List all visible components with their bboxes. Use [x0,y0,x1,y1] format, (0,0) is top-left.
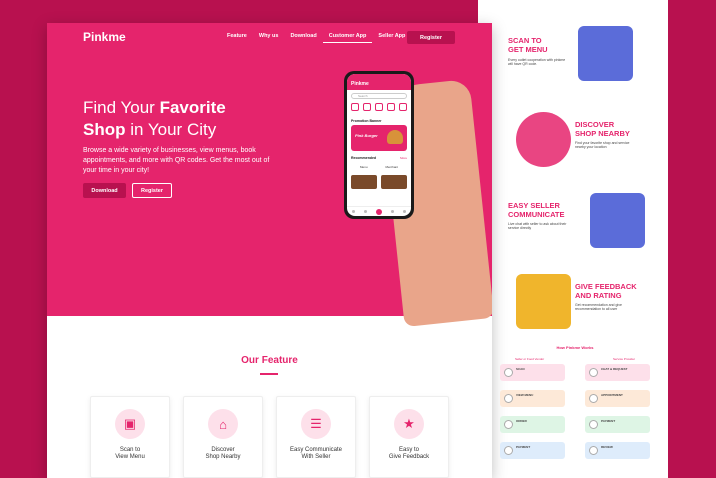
works-step: ORDER [500,416,565,433]
register-button[interactable]: Register [132,183,172,198]
feature-label: Discover Shop Nearby [205,447,241,460]
works-step: PAYMENT [585,416,650,433]
category-icon [351,103,359,111]
qr-scan-icon: ▣ [115,409,145,439]
navbar: Pinkme Feature Why us Download Customer … [47,28,492,48]
hero-title-bold: Favorite [159,98,226,117]
features-title: Our Feature [241,355,298,366]
nav-link-download[interactable]: Download [284,33,322,43]
how-it-works-columns: Seller or Food Vendor Service Provider [515,357,635,361]
hero-title-part: Find Your [83,98,160,117]
works-step: SCAN [500,364,565,381]
nav-register-button[interactable]: Register [407,31,455,44]
right-feature-title: DISCOVER SHOP NEARBY [575,120,630,138]
more-link: More [400,156,407,160]
feature-label: Easy Communicate With Seller [289,447,343,460]
food-image [351,175,377,189]
nav-link-customer-app[interactable]: Customer App [322,33,373,43]
works-row: SCAN CHAT & REQUEST [500,364,650,381]
feature-label: Easy to Give Feedback [388,447,430,460]
star-icon: ★ [394,409,424,439]
step-icon [589,368,598,377]
home-icon [351,210,355,213]
landing-page: Pinkme Feature Why us Download Customer … [47,23,492,478]
promotion-label: Promotion Banner [351,119,382,123]
download-button[interactable]: Download [83,183,126,198]
works-step: CHAT & REQUEST [585,364,650,381]
step-icon [589,446,598,455]
phone-search-bar: Search [351,93,407,99]
phone-mockup: Pinkme Search Promotion Banner Pink Burg… [344,71,414,219]
phone-food-illustration [578,26,633,81]
hero-title-bold: Shop [83,120,126,139]
step-icon [504,368,513,377]
feature-card-communicate[interactable]: ☰ Easy Communicate With Seller [276,396,356,478]
phone-app-header: Pinkme [347,74,411,90]
scan-icon [375,208,382,215]
how-it-works-title: How Pinkme Works [556,345,594,350]
works-step: PAYMENT [500,442,565,459]
features-divider [260,373,278,375]
hero-section: Pinkme Feature Why us Download Customer … [47,23,492,328]
user-icon [403,210,407,213]
nav-links: Feature Why us Download Customer App Sel… [221,33,411,43]
tab-menu: Menu [359,165,368,169]
category-icon [399,103,407,111]
category-icon [387,103,395,111]
hero-title-part: in Your City [125,120,217,139]
feature-cards: ▣ Scan to View Menu ⌂ Discover Shop Nearby… [90,396,449,478]
works-step: REVIEW [585,442,650,459]
recommended-label: Recommended [351,156,377,160]
chat-icon [391,210,395,213]
right-feature-title: EASY SELLER COMMUNICATE [508,201,565,219]
phone-categories [351,103,407,111]
step-icon [504,446,513,455]
nav-link-feature[interactable]: Feature [221,33,253,43]
step-icon [589,420,598,429]
nav-link-seller-app[interactable]: Seller App [372,33,411,43]
phone-tabs: Menu Merchant [351,165,407,169]
shop-icon: ⌂ [208,409,238,439]
right-feature-title: SCAN TO GET MENU [508,36,548,54]
promotion-banner: Pink Burger [351,125,407,151]
works-row: VIEW MENU APPOINTMENT [500,390,650,407]
works-step: VIEW MENU [500,390,565,407]
works-step: APPOINTMENT [585,390,650,407]
column-right-label: Service Provider [612,357,635,361]
feature-card-discover[interactable]: ⌂ Discover Shop Nearby [183,396,263,478]
step-icon [589,394,598,403]
burger-image [387,130,403,144]
step-icon [504,394,513,403]
step-icon [504,420,513,429]
feature-card-scan[interactable]: ▣ Scan to View Menu [90,396,170,478]
brand-logo[interactable]: Pinkme [83,30,126,44]
hero-title: Find Your Favorite Shop in Your City [83,97,283,141]
food-image [381,175,407,189]
category-icon [375,103,383,111]
right-feature-desc: Every outlet cooperation with pinkme wil… [508,58,566,66]
banner-text: Pink Burger [355,133,378,138]
right-feature-desc: Live chat with seller to ask about their… [508,222,567,230]
phone-bottom-nav [347,206,411,216]
feature-card-feedback[interactable]: ★ Easy to Give Feedback [369,396,449,478]
nav-link-why-us[interactable]: Why us [253,33,285,43]
chat-illustration [590,193,645,248]
tab-merchant: Merchant [385,165,398,169]
category-icon [363,103,371,111]
works-row: PAYMENT REVIEW [500,442,650,459]
feature-label: Scan to View Menu [115,447,145,460]
chat-icon: ☰ [301,409,331,439]
right-feature-title: GIVE FEEDBACK AND RATING [575,282,637,300]
how-it-works: How Pinkme Works Seller or Food Vendor S… [500,345,650,468]
phone-screen: Pinkme Search Promotion Banner Pink Burg… [347,74,411,216]
right-feature-desc: Get recommendation and give recommendati… [575,303,622,311]
works-row: ORDER PAYMENT [500,416,650,433]
right-feature-desc: Find your favorite shop and service near… [575,141,630,149]
map-pin-illustration [516,112,571,167]
column-left-label: Seller or Food Vendor [515,357,545,361]
phone-items [351,175,407,189]
rating-illustration [516,274,571,329]
hero-description: Browse a wide variety of businesses, vie… [83,147,270,174]
list-icon [363,210,367,213]
